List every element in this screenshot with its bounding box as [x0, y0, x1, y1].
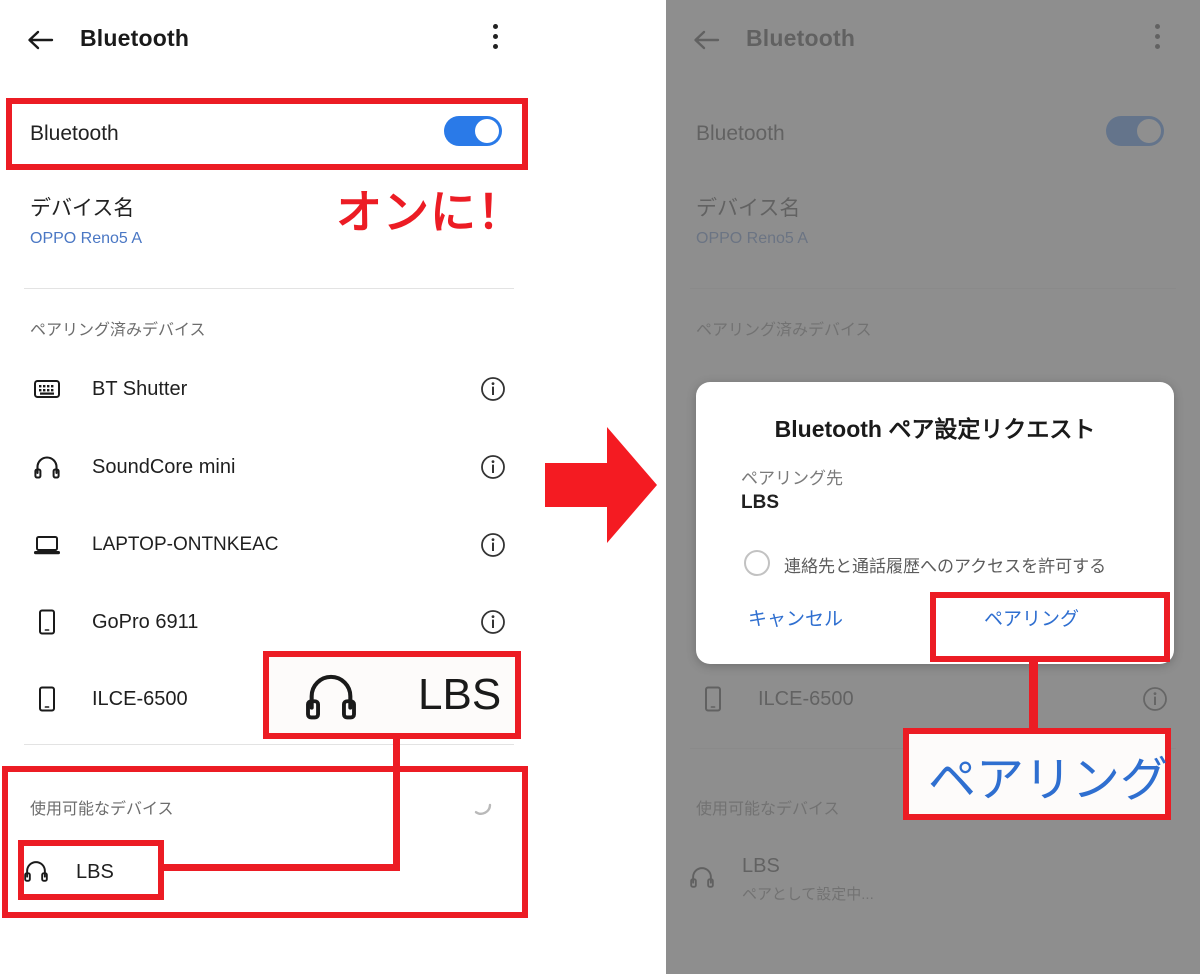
bluetooth-row-label: Bluetooth	[696, 122, 785, 145]
info-icon[interactable]	[480, 532, 506, 558]
divider	[690, 288, 1176, 289]
device-name: SoundCore mini	[92, 456, 236, 478]
page-title: Bluetooth	[746, 25, 856, 51]
kebab-menu-icon[interactable]	[1144, 24, 1170, 56]
paired-devices-section-title: ペアリング済みデバイス	[696, 322, 872, 339]
device-name: LAPTOP-ONTNKEAC	[92, 534, 279, 555]
device-name: ILCE-6500	[92, 688, 188, 710]
list-item[interactable]: BT Shutter	[0, 360, 538, 418]
comparison-figure: Bluetooth Bluetooth デバイス名 OPPO Reno5 A ペ…	[0, 0, 1200, 974]
annotation-box-pair-button	[930, 592, 1170, 662]
info-icon[interactable]	[480, 609, 506, 635]
device-name-value[interactable]: OPPO Reno5 A	[30, 230, 142, 248]
device-name-label: デバイス名	[30, 197, 135, 220]
device-name: BT Shutter	[92, 378, 188, 400]
kebab-menu-icon[interactable]	[482, 24, 508, 56]
info-icon[interactable]	[480, 454, 506, 480]
back-arrow-icon[interactable]	[24, 24, 56, 56]
paired-devices-section-title: ペアリング済みデバイス	[30, 322, 206, 339]
page-title: Bluetooth	[80, 25, 190, 51]
allow-contacts-label: 連絡先と通話履歴へのアクセスを許可する	[784, 557, 1107, 576]
annotation-pairing-callout-text: ペアリング	[928, 754, 1169, 807]
annotation-connector-vertical	[1029, 658, 1038, 734]
phone-icon	[32, 684, 62, 714]
device-name-label: デバイス名	[696, 197, 801, 220]
divider	[24, 288, 514, 289]
bluetooth-toggle-switch[interactable]	[1106, 116, 1164, 146]
annotation-box-bluetooth-toggle	[6, 98, 528, 170]
list-item[interactable]: GoPro 6911	[0, 593, 538, 651]
headphones-icon	[300, 668, 362, 731]
device-name: GoPro 6911	[92, 611, 199, 633]
phone-icon	[32, 607, 62, 637]
headphones-icon	[32, 452, 62, 482]
dialog-target-label: ペアリング先	[741, 469, 843, 488]
list-item[interactable]: LBS ペアとして設定中...	[666, 845, 1200, 919]
back-arrow-icon[interactable]	[690, 24, 722, 56]
bluetooth-toggle-row[interactable]: Bluetooth	[666, 112, 1200, 160]
available-devices-section-title: 使用可能なデバイス	[696, 801, 840, 818]
laptop-icon	[32, 530, 62, 560]
list-item[interactable]: ILCE-6500	[666, 670, 1200, 728]
list-item[interactable]: LAPTOP-ONTNKEAC	[0, 516, 538, 574]
device-status: ペアとして設定中...	[742, 886, 874, 903]
device-name: LBS	[742, 855, 780, 877]
dialog-title: Bluetooth ペア設定リクエスト	[774, 416, 1096, 442]
right-arrow-icon	[545, 425, 657, 545]
dialog-target-value: LBS	[741, 492, 779, 513]
device-name-value[interactable]: OPPO Reno5 A	[696, 230, 808, 248]
list-item[interactable]: SoundCore mini	[0, 438, 538, 496]
allow-contacts-checkbox[interactable]	[744, 550, 770, 576]
headphones-icon	[688, 863, 716, 891]
info-icon[interactable]	[480, 376, 506, 402]
keyboard-icon	[32, 374, 62, 404]
annotation-turn-on-text: オンに！	[336, 186, 524, 238]
annotation-magnified-device-name: LBS	[418, 670, 502, 719]
left-app-bar: Bluetooth	[0, 0, 538, 80]
info-icon[interactable]	[1142, 686, 1168, 712]
annotation-box-lbs-row	[18, 840, 164, 900]
right-app-bar: Bluetooth	[666, 0, 1200, 80]
phone-icon	[698, 684, 728, 714]
device-name: ILCE-6500	[758, 688, 854, 710]
divider	[24, 744, 514, 745]
toggle-knob	[1137, 119, 1161, 143]
cancel-button[interactable]: キャンセル	[748, 604, 843, 631]
